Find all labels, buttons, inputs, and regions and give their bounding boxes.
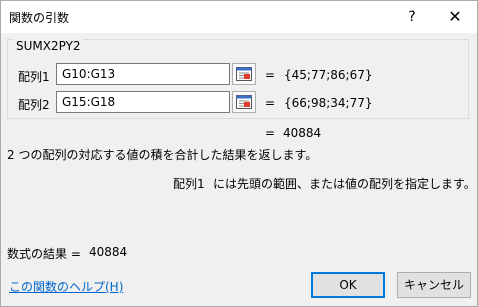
arg2-label: 配列2: [18, 98, 50, 112]
formula-result-value: 40884: [89, 245, 128, 259]
function-result-eq: =: [265, 126, 276, 140]
collapse-dialog-icon: [236, 95, 252, 109]
arg2-input[interactable]: G15:G18: [56, 91, 230, 113]
function-group: SUMX2PY2 配列1 G10:G13 = {45;77;86;67} 配列2…: [7, 39, 469, 119]
arg-help-text: には先頭の範囲、または値の配列を指定します。: [213, 177, 476, 191]
collapse-dialog-icon: [236, 67, 252, 81]
help-button[interactable]: ?: [395, 1, 429, 33]
title-bar: 関数の引数 ? ✕: [1, 1, 477, 33]
arg2-ref-button[interactable]: [232, 91, 256, 113]
ok-button[interactable]: OK: [311, 272, 385, 298]
cancel-button[interactable]: キャンセル: [397, 272, 471, 298]
dialog-title: 関数の引数: [9, 11, 70, 25]
function-name: SUMX2PY2: [14, 39, 83, 53]
arg1-ref-button[interactable]: [232, 63, 256, 85]
arg2-eq: =: [265, 96, 276, 110]
arg1-result: {45;77;86;67}: [284, 68, 373, 82]
arg1-value: G10:G13: [62, 67, 116, 81]
formula-result-label: 数式の結果 =: [7, 247, 81, 261]
arg1-label: 配列1: [18, 70, 50, 84]
close-button[interactable]: ✕: [433, 1, 477, 33]
arg2-value: G15:G18: [62, 95, 116, 109]
function-help-link[interactable]: この関数のヘルプ(H): [9, 278, 123, 295]
arg-help-label: 配列1: [173, 177, 205, 191]
function-arguments-dialog: 関数の引数 ? ✕ SUMX2PY2 配列1 G10:G13 = {45;77;…: [0, 0, 478, 307]
arg1-eq: =: [265, 68, 276, 82]
function-description: 2 つの配列の対応する値の積を合計した結果を返します。: [7, 148, 318, 162]
function-result-value: 40884: [283, 126, 322, 140]
arg1-input[interactable]: G10:G13: [56, 63, 230, 85]
arg2-result: {66;98;34;77}: [284, 96, 373, 110]
